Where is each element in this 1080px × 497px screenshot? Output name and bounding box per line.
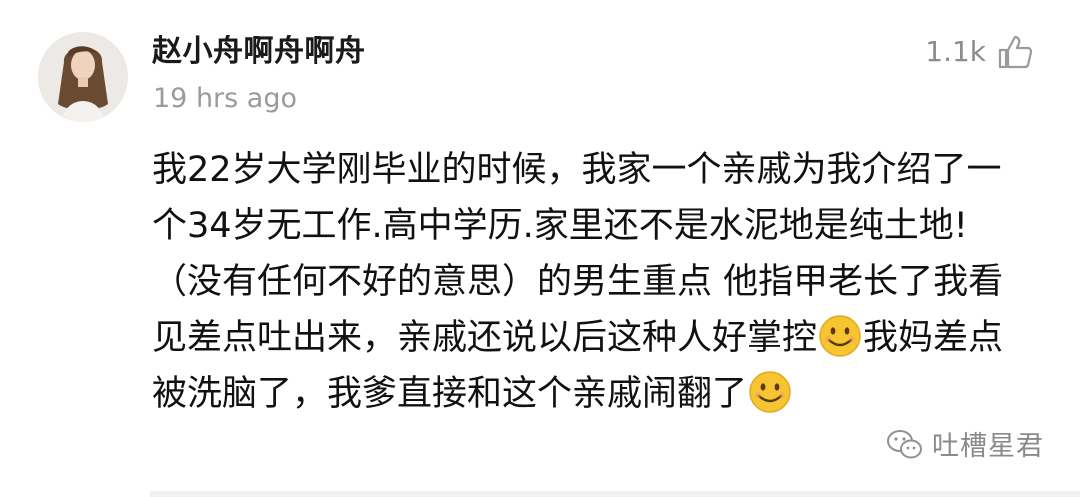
user-avatar[interactable] [38, 32, 128, 122]
like-button[interactable]: 1.1k [925, 32, 1034, 72]
watermark: 吐槽星君 [886, 428, 1044, 466]
wechat-icon [886, 428, 924, 466]
thumbs-up-icon[interactable] [996, 33, 1034, 71]
divider [150, 491, 1080, 497]
username[interactable]: 赵小舟啊舟啊舟 [152, 32, 366, 72]
smiling-face-emoji-icon [748, 370, 792, 414]
watermark-text: 吐槽星君 [932, 431, 1044, 462]
timestamp: 19 hrs ago [153, 83, 298, 114]
smiling-face-emoji-icon [818, 314, 862, 358]
like-count: 1.1k [925, 35, 986, 68]
avatar-photo-icon [38, 32, 128, 122]
comment-text: 我22岁大学刚毕业的时候，我家一个亲戚为我介绍了一个34岁无工作.高中学历.家里… [152, 142, 1032, 422]
